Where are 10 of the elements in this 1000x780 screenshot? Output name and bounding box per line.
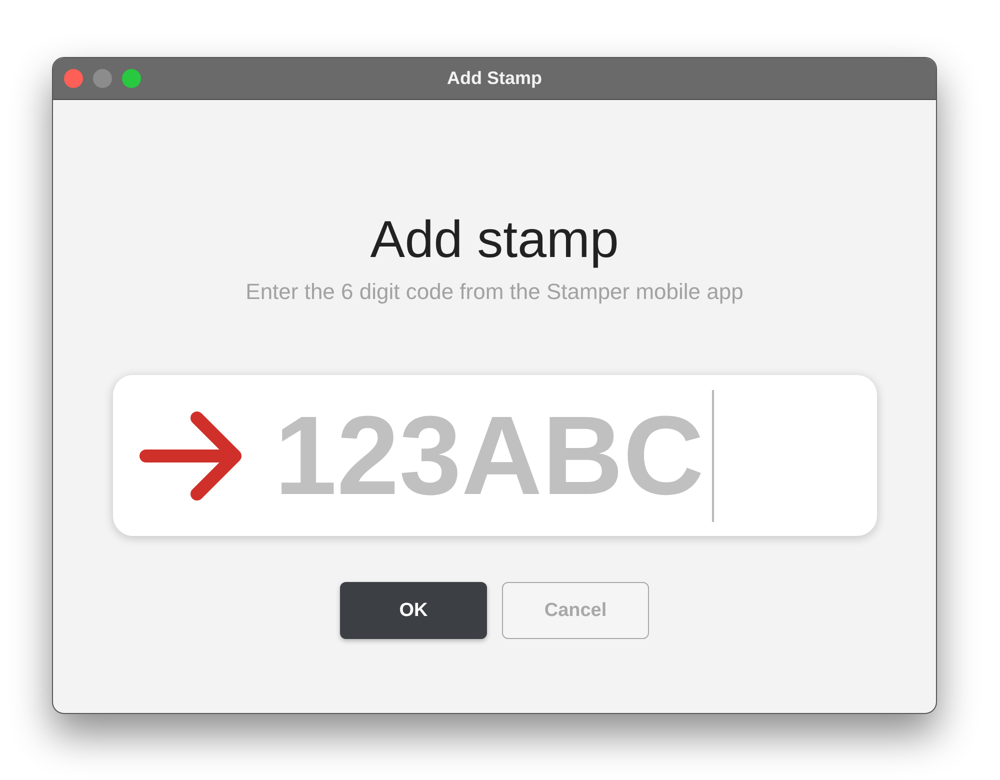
window-control-button[interactable]	[93, 69, 112, 88]
window-control-button[interactable]	[64, 69, 83, 88]
code-field[interactable]: 123ABC	[274, 391, 708, 520]
dialog-subtitle: Enter the 6 digit code from the Stamper mobile app	[246, 279, 744, 306]
dialog-heading: Add stamp	[370, 212, 619, 270]
window-control-button[interactable]	[122, 69, 141, 88]
ok-button[interactable]: OK	[340, 582, 487, 640]
arrow-right-icon	[138, 410, 242, 502]
window-title: Add Stamp	[446, 68, 542, 89]
code-input-box[interactable]: 123ABC	[112, 375, 876, 536]
